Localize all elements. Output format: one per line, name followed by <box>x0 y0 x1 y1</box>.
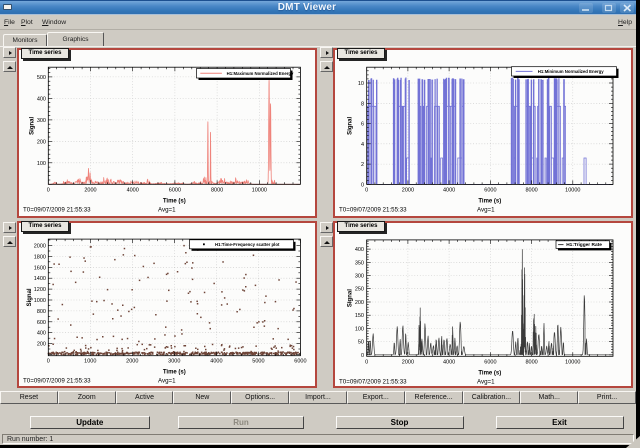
svg-text:H1:Maximum Normalized Energy: H1:Maximum Normalized Energy <box>227 70 294 75</box>
svg-text:H1:Minimum Normalized Energy: H1:Minimum Normalized Energy <box>538 69 605 74</box>
svg-text:50: 50 <box>358 339 364 345</box>
svg-text:1400: 1400 <box>34 276 46 282</box>
svg-text:10000: 10000 <box>252 187 267 193</box>
svg-text:500: 500 <box>37 74 46 80</box>
svg-text:Time (s): Time (s) <box>478 198 501 204</box>
svg-text:6: 6 <box>361 121 364 127</box>
svg-text:200: 200 <box>37 341 46 347</box>
svg-text:300: 300 <box>37 117 46 123</box>
svg-text:T0=09/07/2009 21:55:33: T0=09/07/2009 21:55:33 <box>23 377 91 384</box>
svg-text:0: 0 <box>47 187 50 193</box>
svg-text:Signal: Signal <box>348 288 354 306</box>
svg-text:T0=09/07/2009 21:55:33: T0=09/07/2009 21:55:33 <box>23 206 91 213</box>
svg-text:350: 350 <box>355 260 364 266</box>
svg-text:2: 2 <box>361 162 364 168</box>
svg-text:6000: 6000 <box>484 187 496 193</box>
svg-text:T0=09/07/2009 21:55:33: T0=09/07/2009 21:55:33 <box>339 378 407 385</box>
svg-text:4000: 4000 <box>210 358 222 364</box>
svg-text:300: 300 <box>355 273 364 279</box>
svg-text:4000: 4000 <box>443 187 455 193</box>
svg-text:1000: 1000 <box>84 358 96 364</box>
svg-text:1800: 1800 <box>34 254 46 260</box>
svg-text:6000: 6000 <box>484 359 496 365</box>
svg-text:250: 250 <box>355 286 364 292</box>
svg-text:600: 600 <box>37 319 46 325</box>
svg-text:Avg=1: Avg=1 <box>477 378 495 385</box>
svg-text:Signal: Signal <box>29 116 35 134</box>
svg-text:2000: 2000 <box>84 187 96 193</box>
svg-text:10: 10 <box>358 81 364 87</box>
svg-text:0: 0 <box>365 359 368 365</box>
svg-text:Avg=1: Avg=1 <box>158 206 176 213</box>
svg-text:2000: 2000 <box>402 187 414 193</box>
svg-text:800: 800 <box>37 309 46 315</box>
svg-text:0: 0 <box>365 187 368 193</box>
svg-text:4: 4 <box>361 141 364 147</box>
svg-text:4000: 4000 <box>127 187 139 193</box>
svg-text:8000: 8000 <box>525 359 537 365</box>
svg-text:3000: 3000 <box>168 358 180 364</box>
svg-text:T0=09/07/2009 21:55:33: T0=09/07/2009 21:55:33 <box>339 206 407 213</box>
svg-text:200: 200 <box>355 300 364 306</box>
svg-text:0: 0 <box>47 358 50 364</box>
svg-text:Signal: Signal <box>348 116 354 134</box>
svg-text:Time (s): Time (s) <box>163 198 186 204</box>
svg-text:H1:Time-Frequency scatter plot: H1:Time-Frequency scatter plot <box>215 242 280 247</box>
svg-text:400: 400 <box>355 247 364 253</box>
svg-text:Avg=1: Avg=1 <box>158 377 176 384</box>
svg-text:2000: 2000 <box>402 359 414 365</box>
svg-text:100: 100 <box>37 160 46 166</box>
svg-text:6000: 6000 <box>169 187 181 193</box>
svg-text:200: 200 <box>37 139 46 145</box>
svg-text:2000: 2000 <box>34 243 46 249</box>
svg-text:0: 0 <box>361 182 364 188</box>
svg-text:H1:Trigger Rate: H1:Trigger Rate <box>566 242 602 248</box>
svg-text:2000: 2000 <box>126 358 138 364</box>
svg-text:0: 0 <box>361 352 364 358</box>
svg-text:8: 8 <box>361 101 364 107</box>
svg-text:8000: 8000 <box>211 187 223 193</box>
svg-text:1200: 1200 <box>34 287 46 293</box>
svg-text:10000: 10000 <box>565 359 580 365</box>
svg-text:1600: 1600 <box>34 265 46 271</box>
svg-text:150: 150 <box>355 313 364 319</box>
svg-text:5000: 5000 <box>252 358 264 364</box>
svg-text:4000: 4000 <box>443 359 455 365</box>
svg-text:Avg=1: Avg=1 <box>477 206 495 213</box>
svg-text:Time (s): Time (s) <box>478 370 501 376</box>
svg-text:10000: 10000 <box>565 187 580 193</box>
svg-text:8000: 8000 <box>525 187 537 193</box>
svg-text:100: 100 <box>355 326 364 332</box>
svg-text:Signal: Signal <box>27 288 33 306</box>
svg-text:400: 400 <box>37 330 46 336</box>
svg-text:1000: 1000 <box>34 298 46 304</box>
svg-text:Time (s): Time (s) <box>163 369 186 375</box>
svg-text:400: 400 <box>37 96 46 102</box>
svg-text:6000: 6000 <box>294 358 306 364</box>
